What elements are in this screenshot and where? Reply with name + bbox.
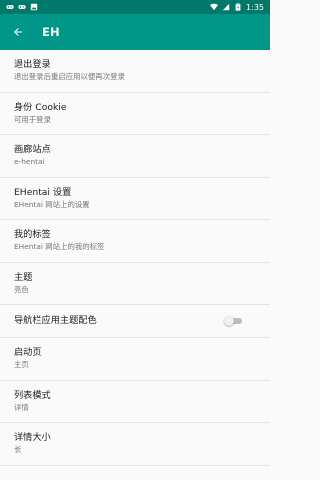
setting-ehentai-settings[interactable]: EHentai 设置 EHentai 网站上的设置 [0,178,270,220]
gamepad-icon [18,5,26,9]
setting-subtitle: 亮色 [14,284,29,294]
setting-theme[interactable]: 主题 亮色 [0,263,270,305]
setting-title: 详情大小 [14,432,51,444]
setting-detail-size[interactable]: 详情大小 长 [0,423,270,466]
setting-subtitle: EHentai 网站上的设置 [14,199,90,209]
status-bar: 1:35 [0,0,270,14]
status-time: 1:35 [246,2,264,12]
setting-subtitle: EHentai 网站上的我的标签 [14,242,105,252]
wifi-icon [210,3,219,11]
settings-list[interactable]: 退出登录 退出登录后重启应用以便再次登录 身份 Cookie 可用于登录 画廊站… [0,50,270,480]
setting-my-tags[interactable]: 我的标签 EHentai 网站上的我的标签 [0,220,270,263]
setting-subtitle: 长 [14,445,22,455]
battery-icon [235,3,241,11]
status-left-icons [6,3,38,11]
setting-list-mode[interactable]: 列表模式 详情 [0,381,270,423]
setting-title: 退出登录 [14,59,51,71]
toggle-thumb [224,316,234,326]
setting-title: 主题 [14,271,33,283]
setting-title: 导航栏应用主题配色 [14,315,97,326]
signal-icon [222,3,230,11]
navbar-theme-toggle[interactable] [224,316,242,326]
setting-launch-page[interactable]: 启动页 主页 [0,338,270,381]
arrow-back-icon [14,28,22,36]
setting-sign-out[interactable]: 退出登录 退出登录后重启应用以便再次登录 [0,50,270,93]
page-title: EH [42,25,60,39]
setting-title: 我的标签 [14,229,51,241]
setting-title: 启动页 [14,347,42,359]
status-right-icons: 1:35 [210,3,264,12]
setting-title: EHentai 设置 [14,186,72,198]
app-toolbar: EH [0,14,270,50]
back-button[interactable] [0,14,36,50]
setting-title: 列表模式 [14,389,51,401]
setting-navbar-theme-color[interactable]: 导航栏应用主题配色 [0,305,270,338]
setting-gallery-site[interactable]: 画廊站点 e-hentai [0,135,270,178]
image-notification-icon [30,3,38,11]
setting-subtitle: e-hentai [14,157,45,167]
setting-subtitle: 可用于登录 [14,114,51,124]
setting-subtitle: 详情 [14,402,29,412]
gamepad-icon [6,5,14,9]
setting-subtitle: 退出登录后重启应用以便再次登录 [14,72,125,82]
setting-title: 身份 Cookie [14,101,67,113]
setting-identity-cookie[interactable]: 身份 Cookie 可用于登录 [0,93,270,135]
setting-subtitle: 主页 [14,360,29,370]
setting-title: 画廊站点 [14,144,51,156]
